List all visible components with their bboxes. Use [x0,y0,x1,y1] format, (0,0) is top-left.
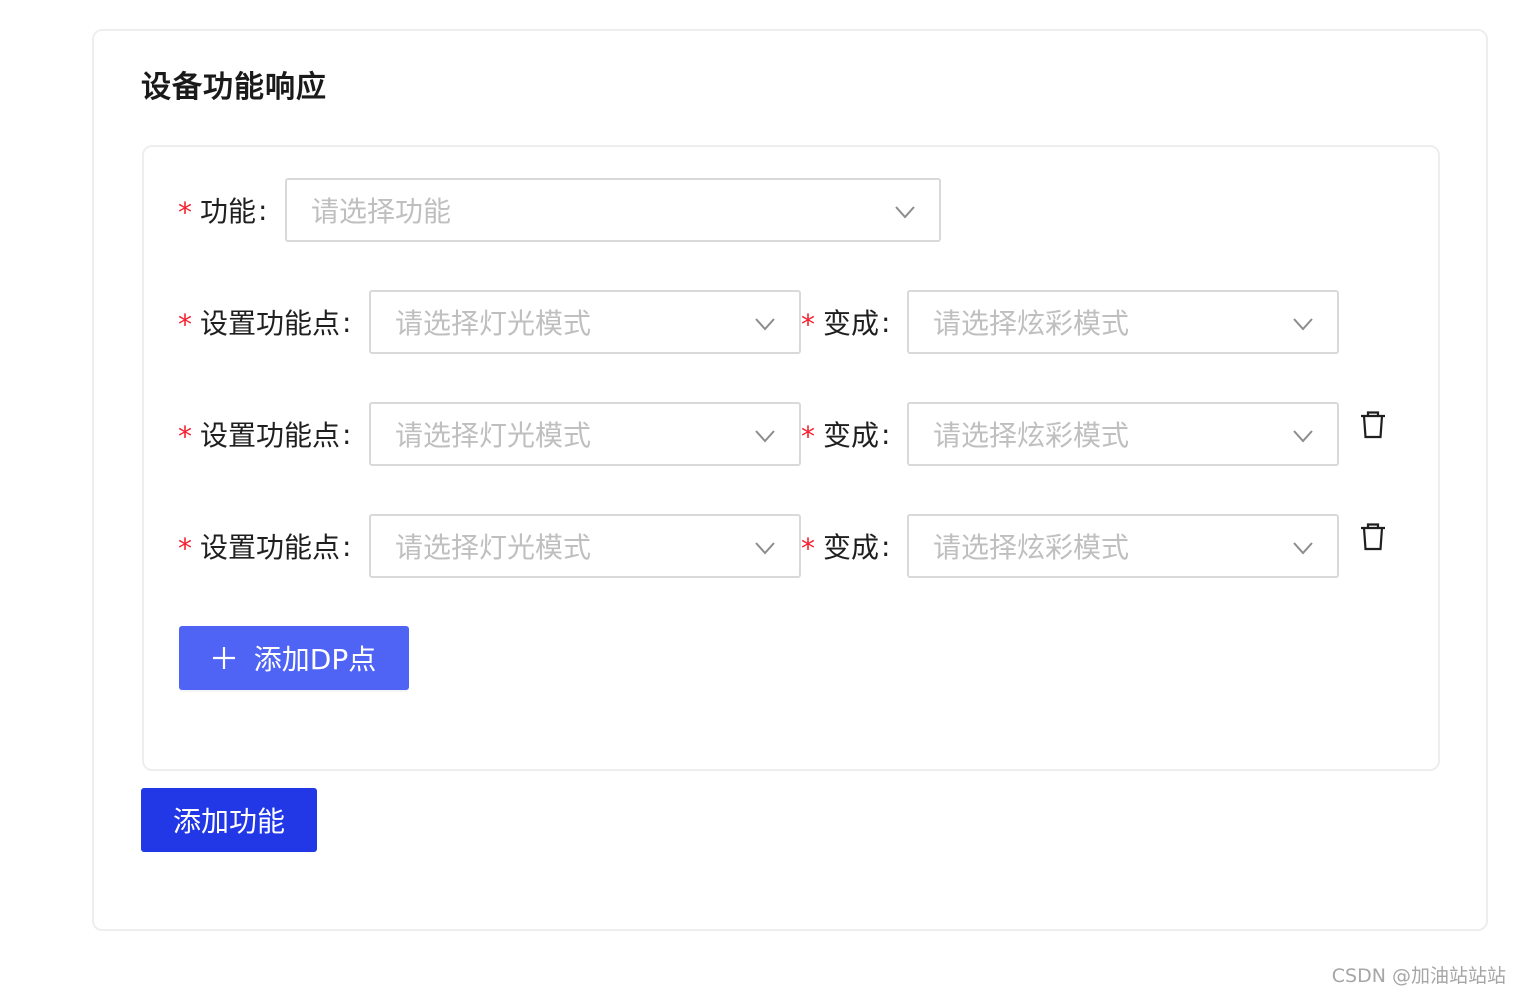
becomes-label: * 变成 : [801,290,890,354]
label-colon: : [342,417,352,451]
dp-label-text: 设置功能点 [200,531,341,564]
label-colon: : [342,305,352,339]
chevron-down-icon [1293,542,1313,555]
becomes-label-text: 变成 [823,531,880,564]
becomes-label-text: 变成 [823,307,880,340]
function-label: * 功能 : [178,178,267,242]
dp-label: * 设置功能点 : [178,514,351,578]
light-mode-select-placeholder: 请选择灯光模式 [395,531,592,564]
chevron-down-icon [755,542,775,555]
dp-label-text: 设置功能点 [200,307,341,340]
function-select[interactable]: 请选择功能 [285,178,941,242]
dp-label-text: 设置功能点 [200,419,341,452]
dp-label: * 设置功能点 : [178,402,351,466]
chevron-down-icon [1293,318,1313,331]
chevron-down-icon [755,430,775,443]
function-label-text: 功能 [200,195,257,228]
required-mark: * [178,307,192,341]
label-colon: : [881,305,891,339]
function-form-row: * 功能 : 请选择功能 [0,178,1522,242]
required-mark: * [178,531,192,565]
add-dp-button-label: 添加DP点 [253,643,377,676]
section-title: 设备功能响应 [141,70,327,105]
watermark: CSDN @加油站站站 [1331,965,1506,987]
light-mode-select[interactable]: 请选择灯光模式 [369,290,801,354]
light-mode-select-placeholder: 请选择灯光模式 [395,419,592,452]
color-mode-select[interactable]: 请选择炫彩模式 [907,402,1339,466]
chevron-down-icon [755,318,775,331]
required-mark: * [801,419,815,453]
light-mode-select[interactable]: 请选择灯光模式 [369,514,801,578]
page: 设备功能响应 * 功能 : 请选择功能 * 设置功能点 : 请选择灯光模式 * … [0,0,1522,996]
color-mode-select-placeholder: 请选择炫彩模式 [933,531,1130,564]
required-mark: * [801,307,815,341]
label-colon: : [881,529,891,563]
light-mode-select-placeholder: 请选择灯光模式 [395,307,592,340]
required-mark: * [178,419,192,453]
add-dp-button[interactable]: 添加DP点 [179,626,409,690]
chevron-down-icon [1293,430,1313,443]
label-colon: : [881,417,891,451]
color-mode-select-placeholder: 请选择炫彩模式 [933,307,1130,340]
light-mode-select[interactable]: 请选择灯光模式 [369,402,801,466]
trash-icon[interactable] [1360,411,1386,439]
function-select-placeholder: 请选择功能 [311,195,452,228]
becomes-label: * 变成 : [801,514,890,578]
dp-form-row: * 设置功能点 : 请选择灯光模式 * 变成 : 请选择炫彩模式 [0,290,1522,354]
becomes-label: * 变成 : [801,402,890,466]
trash-icon[interactable] [1360,523,1386,551]
add-function-button[interactable]: 添加功能 [141,788,317,852]
label-colon: : [342,529,352,563]
dp-label: * 设置功能点 : [178,290,351,354]
dp-form-row: * 设置功能点 : 请选择灯光模式 * 变成 : 请选择炫彩模式 [0,402,1522,466]
add-function-button-label: 添加功能 [172,805,285,838]
color-mode-select[interactable]: 请选择炫彩模式 [907,514,1339,578]
dp-form-row: * 设置功能点 : 请选择灯光模式 * 变成 : 请选择炫彩模式 [0,514,1522,578]
color-mode-select[interactable]: 请选择炫彩模式 [907,290,1339,354]
required-mark: * [178,195,192,229]
plus-icon [212,647,235,669]
color-mode-select-placeholder: 请选择炫彩模式 [933,419,1130,452]
required-mark: * [801,531,815,565]
chevron-down-icon [895,206,915,219]
becomes-label-text: 变成 [823,419,880,452]
label-colon: : [258,193,268,227]
